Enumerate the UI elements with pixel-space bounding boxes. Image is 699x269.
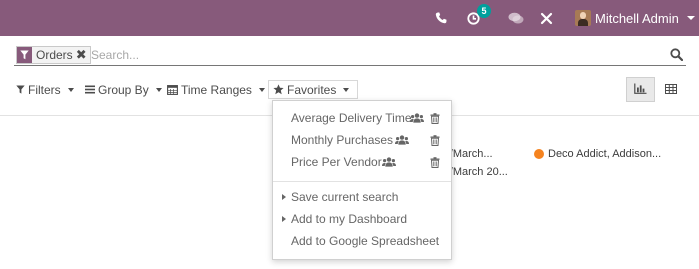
close-icon[interactable]: ✖ bbox=[76, 47, 90, 63]
trash-icon[interactable] bbox=[430, 134, 440, 146]
search-facet: Orders ✖ bbox=[16, 46, 91, 64]
caret-down-icon bbox=[155, 87, 162, 92]
graph-icon bbox=[634, 81, 647, 99]
caret-down-icon bbox=[343, 87, 350, 92]
star-icon bbox=[273, 84, 284, 95]
favorite-item-monthly-purchases[interactable]: Monthly Purchases bbox=[273, 130, 451, 150]
user-menu[interactable]: Mitchell Admin bbox=[575, 0, 695, 36]
table-cell: Deco Addict, Addison... bbox=[548, 148, 662, 160]
filters-button[interactable]: Filters bbox=[16, 80, 74, 99]
phone-icon[interactable] bbox=[432, 0, 450, 36]
user-name: Mitchell Admin bbox=[595, 10, 679, 26]
save-current-search-item[interactable]: Save current search bbox=[273, 187, 451, 207]
search-bar: Orders ✖ bbox=[14, 44, 686, 66]
avatar bbox=[575, 10, 591, 26]
time-ranges-label: Time Ranges bbox=[181, 82, 252, 97]
users-icon bbox=[410, 113, 424, 123]
save-current-search-label: Save current search bbox=[291, 190, 399, 204]
chat-icon[interactable] bbox=[507, 0, 525, 36]
group-by-button[interactable]: Group By bbox=[85, 80, 162, 99]
calendar-icon bbox=[167, 84, 178, 95]
group-by-label: Group By bbox=[98, 82, 149, 97]
favorites-button[interactable]: Favorites bbox=[268, 80, 358, 99]
add-to-dashboard-label: Add to my Dashboard bbox=[291, 212, 408, 226]
favorite-label: Average Delivery Time bbox=[291, 111, 412, 125]
facet-label: Orders bbox=[36, 48, 73, 62]
caret-down-icon bbox=[258, 87, 265, 92]
add-to-dashboard-item[interactable]: Add to my Dashboard bbox=[273, 209, 451, 229]
trash-icon[interactable] bbox=[430, 112, 440, 124]
top-navbar: 5 Mitchell Admin bbox=[0, 0, 699, 36]
users-icon bbox=[382, 157, 396, 167]
filter-icon bbox=[17, 47, 32, 63]
add-to-spreadsheet-label: Add to Google Spreadsheet bbox=[291, 234, 440, 248]
favorites-label: Favorites bbox=[287, 82, 337, 97]
caret-right-icon bbox=[282, 194, 286, 200]
favorite-label: Price Per Vendor bbox=[291, 155, 382, 169]
caret-right-icon bbox=[282, 216, 286, 222]
favorite-item-average-delivery-time[interactable]: Average Delivery Time bbox=[273, 108, 451, 128]
tools-icon[interactable] bbox=[538, 0, 554, 36]
filters-label: Filters bbox=[28, 82, 61, 97]
filter-icon bbox=[16, 85, 25, 94]
trash-icon[interactable] bbox=[430, 156, 440, 168]
caret-down-icon bbox=[67, 87, 74, 92]
activity-badge: 5 bbox=[477, 4, 491, 18]
graph-view-button[interactable] bbox=[626, 77, 655, 102]
pivot-view-button[interactable] bbox=[656, 77, 685, 102]
users-icon bbox=[395, 135, 409, 145]
add-to-spreadsheet-item[interactable]: Add to Google Spreadsheet bbox=[273, 231, 451, 251]
chevron-down-icon bbox=[686, 16, 695, 20]
menu-divider bbox=[273, 181, 451, 182]
search-input[interactable] bbox=[91, 46, 651, 64]
list-icon bbox=[85, 85, 95, 94]
time-ranges-button[interactable]: Time Ranges bbox=[167, 80, 265, 99]
search-icon[interactable] bbox=[670, 48, 684, 66]
favorites-dropdown: Average Delivery Time Monthly Purchases … bbox=[272, 100, 452, 260]
status-dot bbox=[534, 149, 544, 159]
favorite-label: Monthly Purchases bbox=[291, 133, 394, 147]
table-icon bbox=[664, 81, 677, 99]
favorite-item-price-per-vendor[interactable]: Price Per Vendor bbox=[273, 152, 451, 172]
